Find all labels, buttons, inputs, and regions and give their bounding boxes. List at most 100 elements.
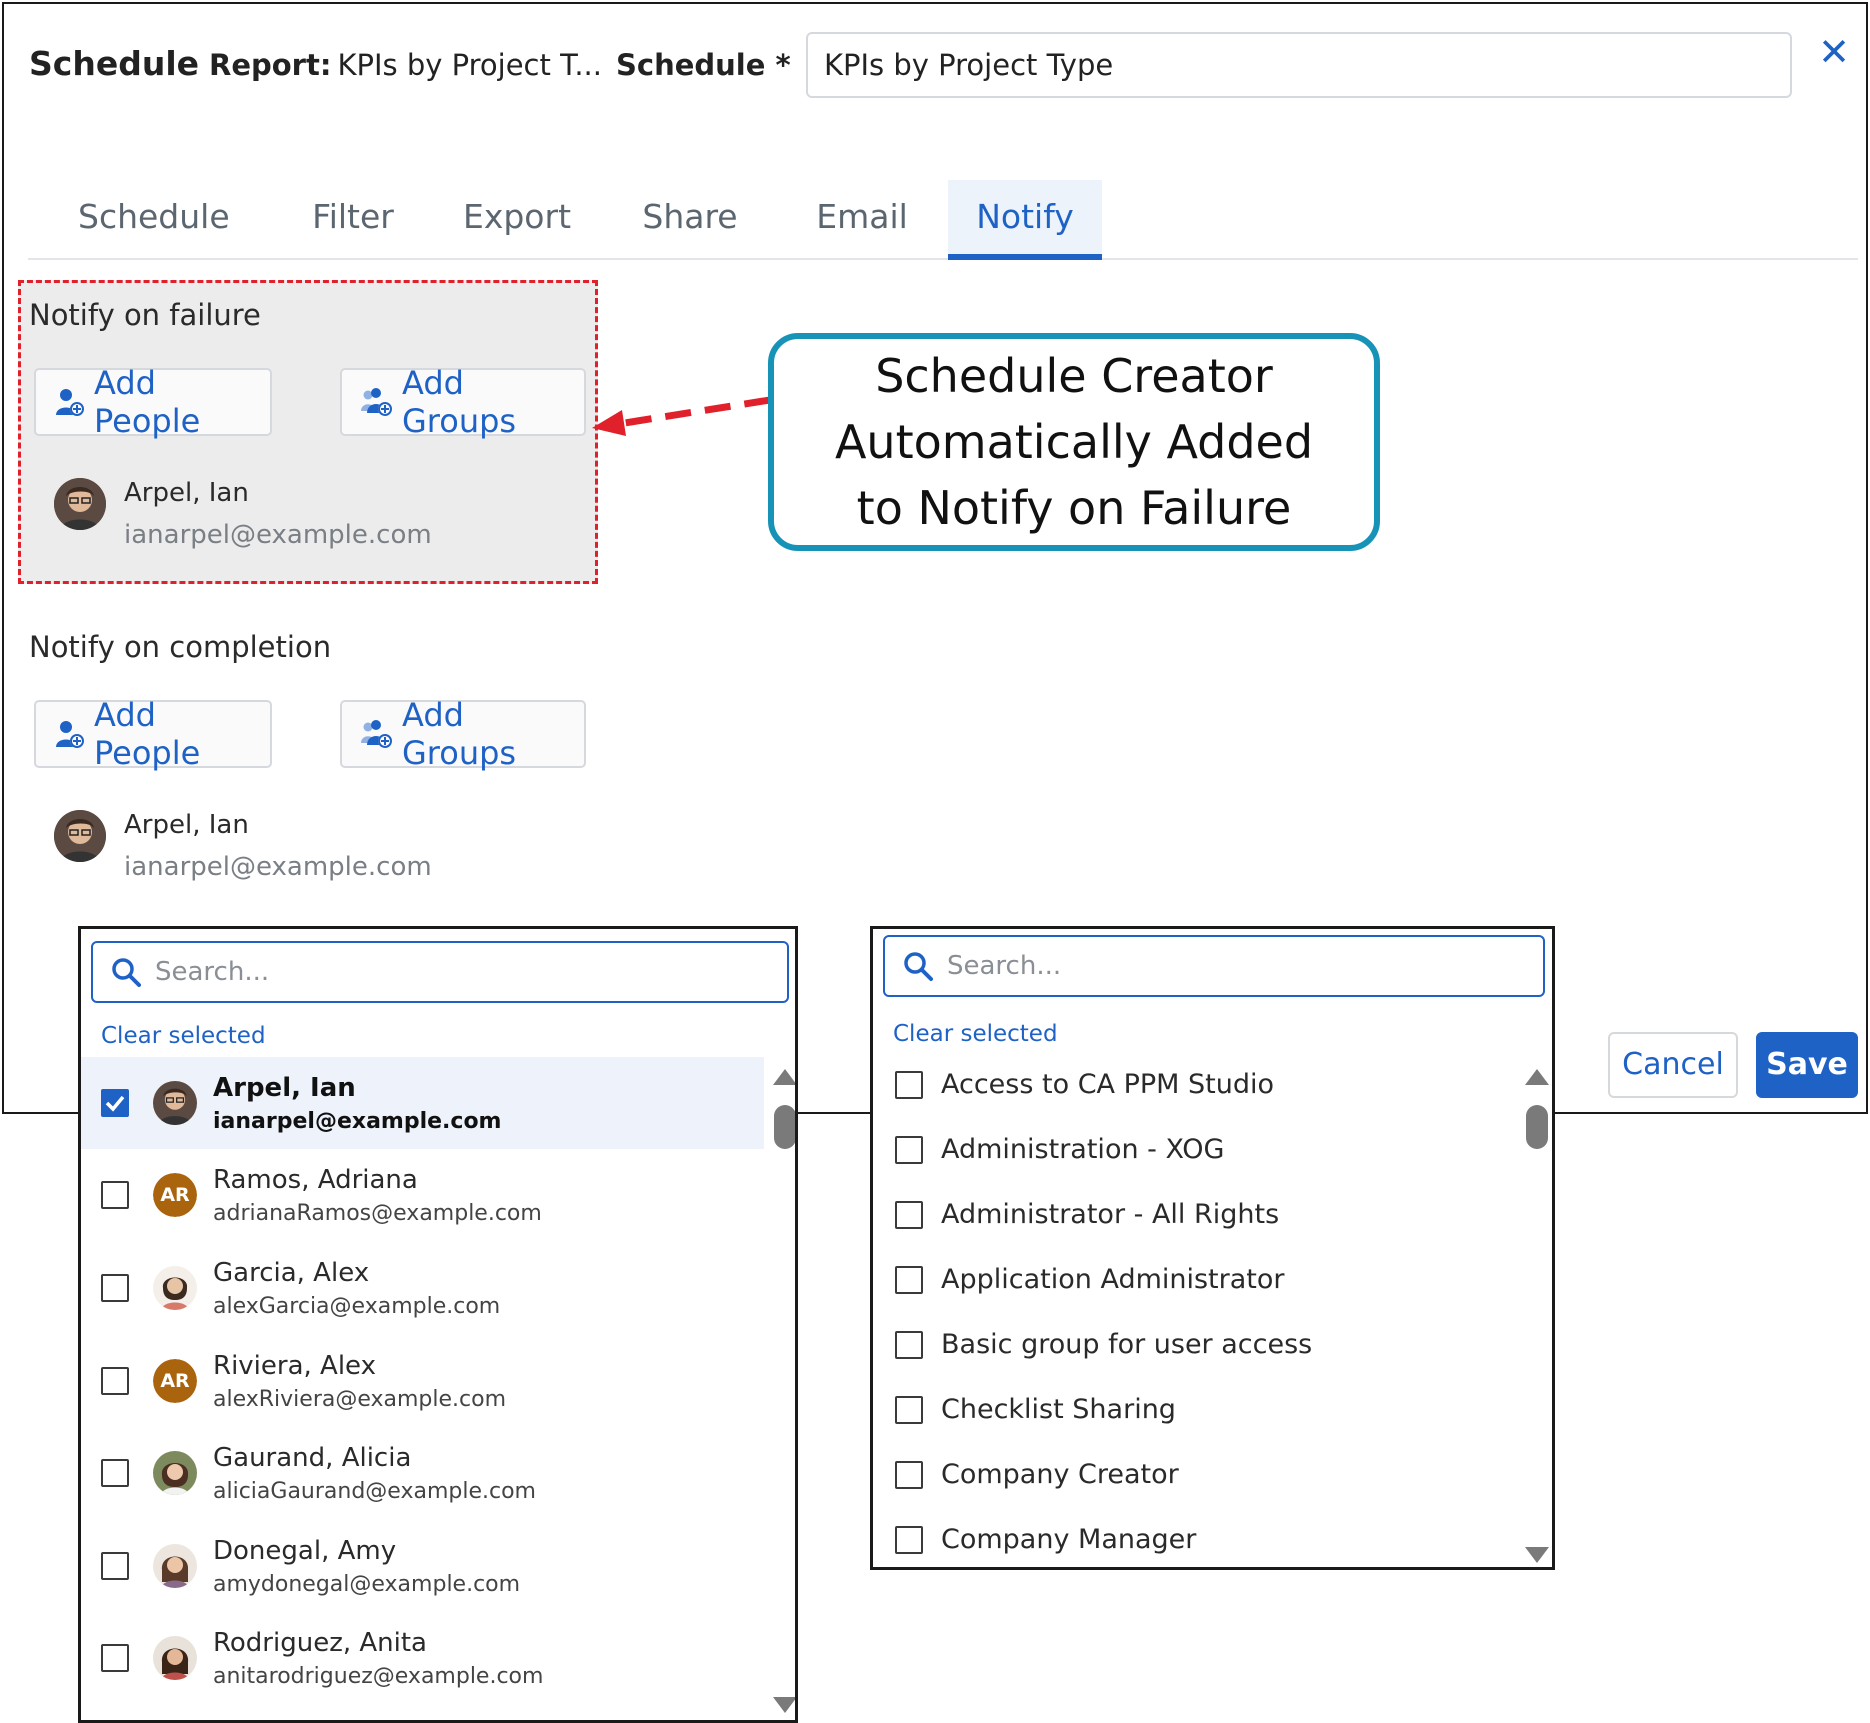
group-name: Checklist Sharing	[941, 1394, 1176, 1425]
failure-add-people-label: Add People	[94, 364, 201, 440]
failure-add-people-button[interactable]: Add People	[34, 364, 272, 440]
report-label: Report:	[209, 48, 332, 82]
cancel-button[interactable]: Cancel	[1608, 1032, 1738, 1098]
tab-schedule[interactable]: Schedule	[78, 180, 230, 260]
schedule-name-input[interactable]	[806, 32, 1792, 98]
add-person-icon	[56, 389, 84, 416]
checkbox[interactable]	[895, 1070, 923, 1099]
checkbox[interactable]	[895, 1135, 923, 1164]
group-list-item[interactable]: Company Manager	[895, 1524, 1196, 1555]
person-name: Ramos, Adriana	[213, 1164, 418, 1195]
scrollbar-thumb[interactable]	[774, 1105, 795, 1149]
checkbox[interactable]	[101, 1552, 129, 1580]
person-name: Arpel, Ian	[124, 810, 249, 840]
scroll-down-arrow[interactable]	[773, 1697, 795, 1713]
people-search-placeholder: Search...	[155, 957, 270, 987]
check-icon	[105, 1095, 125, 1112]
checkbox[interactable]	[101, 1459, 129, 1487]
checkbox[interactable]	[101, 1181, 129, 1209]
add-group-icon	[361, 720, 392, 748]
completion-add-people-button[interactable]: Add People	[34, 696, 272, 772]
report-value: KPIs by Project T...	[337, 48, 602, 82]
person-name: Gaurand, Alicia	[213, 1442, 412, 1473]
notify-completion-label: Notify on completion	[29, 630, 332, 664]
completion-add-groups-button[interactable]: Add Groups	[340, 696, 586, 772]
failure-add-groups-button[interactable]: Add Groups	[340, 364, 586, 440]
scrollbar-thumb[interactable]	[1526, 1105, 1548, 1149]
person-email: ianarpel@example.com	[124, 520, 432, 550]
add-person-icon	[56, 721, 84, 748]
report-info: Report: KPIs by Project T...	[209, 48, 602, 82]
people-list-item[interactable]: Rodriguez, Anita anitarodriguez@example.c…	[81, 1612, 764, 1704]
avatar	[153, 1451, 197, 1495]
people-list-item[interactable]: Garcia, Alex alexGarcia@example.com	[81, 1242, 764, 1334]
checkbox[interactable]	[101, 1274, 129, 1302]
group-name: Administration - XOG	[941, 1134, 1225, 1165]
tab-export[interactable]: Export	[454, 180, 580, 260]
tab-filter[interactable]: Filter	[298, 180, 408, 260]
people-search-input[interactable]: Search...	[91, 941, 789, 1003]
scroll-up-arrow[interactable]	[773, 1069, 795, 1085]
tab-email[interactable]: Email	[804, 180, 920, 260]
avatar	[153, 1081, 197, 1125]
people-picker-dropdown: Search... Clear selected Arpel, Ian ianar…	[78, 926, 798, 1723]
checkbox[interactable]	[895, 1395, 923, 1424]
completion-add-groups-label: Add Groups	[402, 696, 517, 772]
failure-person-item: Arpel, Ian ianarpel@example.com	[54, 478, 432, 550]
person-email: alexGarcia@example.com	[213, 1293, 501, 1319]
completion-person-item: Arpel, Ian ianarpel@example.com	[54, 810, 432, 882]
avatar	[153, 1636, 197, 1680]
checkbox-checked[interactable]	[101, 1089, 129, 1117]
person-email: alexRiviera@example.com	[213, 1386, 507, 1412]
group-list-item[interactable]: Checklist Sharing	[895, 1394, 1176, 1425]
groups-picker-dropdown: Search... Clear selected Access to CA PP…	[870, 926, 1555, 1570]
schedule-name-label: Schedule *	[616, 48, 791, 82]
people-list-item[interactable]: Donegal, Amy amydonegal@example.com	[81, 1520, 764, 1612]
tab-notify[interactable]: Notify	[948, 180, 1102, 260]
group-list-item[interactable]: Basic group for user access	[895, 1329, 1312, 1360]
person-name: Arpel, Ian	[213, 1072, 356, 1103]
scroll-up-arrow[interactable]	[1525, 1069, 1549, 1085]
checkbox[interactable]	[895, 1525, 923, 1554]
groups-search-input[interactable]: Search...	[883, 935, 1545, 997]
callout-line-1: Schedule Creator	[875, 349, 1273, 403]
group-list-item[interactable]: Administration - XOG	[895, 1134, 1224, 1165]
group-list-item[interactable]: Company Creator	[895, 1459, 1179, 1490]
person-email: adrianaRamos@example.com	[213, 1200, 542, 1226]
person-name: Riviera, Alex	[213, 1350, 376, 1381]
person-name: Rodriguez, Anita	[213, 1627, 427, 1658]
group-name: Company Manager	[941, 1524, 1197, 1555]
avatar	[54, 810, 106, 862]
callout-line-2: Automatically Added	[834, 415, 1314, 469]
people-list-item[interactable]: AR Ramos, Adriana adrianaRamos@example.co…	[81, 1149, 764, 1241]
group-list-item[interactable]: Administrator - All Rights	[895, 1199, 1279, 1230]
people-list-item[interactable]: Gaurand, Alicia aliciaGaurand@example.com	[81, 1427, 764, 1519]
failure-add-groups-label: Add Groups	[402, 364, 517, 440]
checkbox[interactable]	[101, 1644, 129, 1672]
people-clear-selected-link[interactable]: Clear selected	[101, 1023, 266, 1049]
checkbox[interactable]	[895, 1460, 923, 1489]
checkbox[interactable]	[895, 1200, 923, 1229]
group-name: Company Creator	[941, 1459, 1179, 1490]
avatar-initials: AR	[153, 1173, 197, 1217]
people-list-item[interactable]: AR Riviera, Alex alexRiviera@example.com	[81, 1335, 764, 1427]
search-icon	[904, 952, 933, 981]
checkbox[interactable]	[895, 1265, 923, 1294]
tab-share[interactable]: Share	[632, 180, 748, 260]
search-icon	[112, 958, 141, 987]
close-icon[interactable]: ✕	[1814, 32, 1854, 72]
avatar	[153, 1544, 197, 1588]
person-name: Donegal, Amy	[213, 1535, 397, 1566]
annotation-arrow	[592, 396, 771, 436]
save-button[interactable]: Save	[1756, 1032, 1858, 1098]
avatar: AR	[153, 1173, 197, 1217]
people-list-item[interactable]: Arpel, Ian ianarpel@example.com	[81, 1057, 764, 1149]
groups-clear-selected-link[interactable]: Clear selected	[893, 1021, 1058, 1047]
group-list-item[interactable]: Application Administrator	[895, 1264, 1285, 1295]
avatar	[54, 478, 106, 530]
person-email: amydonegal@example.com	[213, 1571, 521, 1597]
group-list-item[interactable]: Access to CA PPM Studio	[895, 1069, 1274, 1100]
checkbox[interactable]	[895, 1330, 923, 1359]
checkbox[interactable]	[101, 1367, 129, 1395]
scroll-down-arrow[interactable]	[1525, 1547, 1549, 1563]
